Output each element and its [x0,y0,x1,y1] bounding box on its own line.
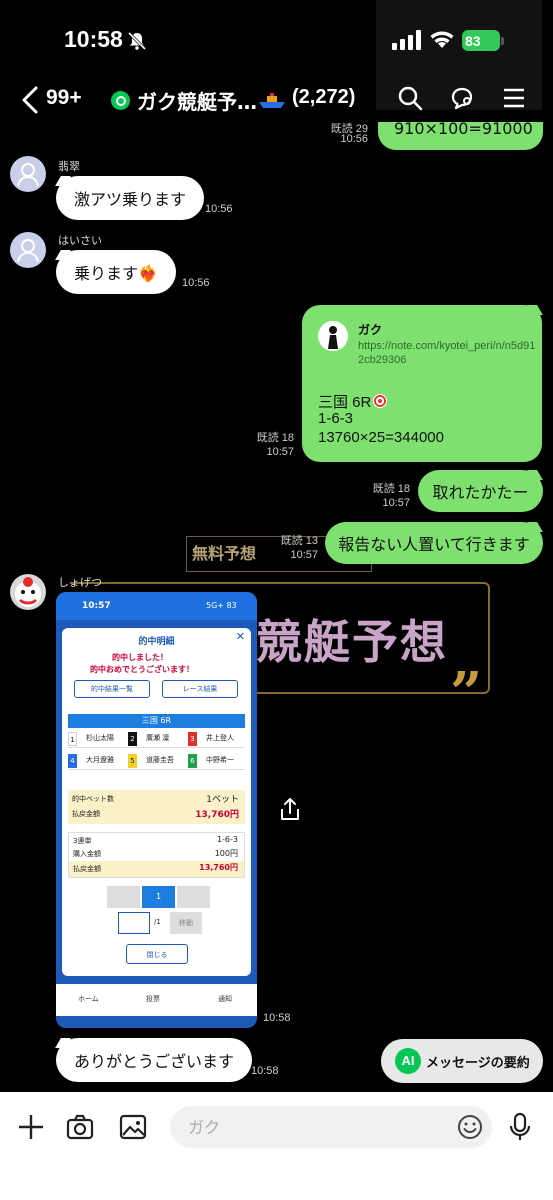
message-time: 10:58 [263,1012,291,1024]
group-icon [111,91,130,110]
image-tab-bar: ホーム 投票 通知 [56,984,257,1016]
status-bar: 10:58 83 [0,0,553,78]
microphone-icon[interactable] [505,1112,535,1142]
avatar[interactable] [10,574,46,610]
image-page-next [177,886,210,908]
message-text: 取れたかたー [432,483,529,502]
background-tag: 無料予想 [192,544,257,563]
image-close-button: 閉じる [126,944,188,964]
message-text: 910×100=91000 [394,119,533,138]
image-status-bar: 10:57 5G+ 83 [56,592,257,620]
image-bet-detail: 3連単 1-6-3 購入金額 100円 払戻金額 13,760円 [68,832,245,878]
message-time: 10:56 [205,203,233,215]
image-racer-row: 1 杉山太陽 2 廣瀬 凜 3 井上登人 [68,730,245,748]
message-text: ありがとうございます [74,1052,235,1071]
unread-count[interactable]: 99+ [46,86,82,110]
outgoing-message[interactable]: 910×100=91000 [378,119,543,150]
image-card-title: 的中明細 [138,637,175,647]
link-avatar [318,321,348,351]
message-field[interactable] [170,1106,492,1148]
read-receipt: 既読 13 [280,535,318,547]
member-count: (2,272) [292,86,356,108]
boat-icon [259,93,285,108]
message-time: 10:56 [182,277,210,289]
wifi-icon [430,31,454,48]
status-time: 10:58 [64,26,123,52]
image-button: 的中結果一覧 [74,680,150,698]
read-receipt: 既読 18 [372,483,410,495]
background-title: 競艇予想 [256,615,448,669]
avatar[interactable] [10,156,46,192]
image-button: レース結果 [162,680,238,698]
link-url[interactable]: https://note.com/kyotei_peri/n/n5d912cb2… [358,339,538,367]
message-input[interactable] [188,1115,448,1139]
message-text: 報告ない人置いて行きます [338,535,530,554]
image-race-header: 三国 6R [68,714,245,728]
outgoing-link-message[interactable]: ガク https://note.com/kyotei_peri/n/n5d912… [302,305,542,462]
avatar[interactable] [10,232,46,268]
outgoing-message[interactable]: 報告ない人置いて行きます [325,522,543,564]
message-input-bar [0,1092,553,1200]
image-icon[interactable] [118,1112,148,1142]
image-time: 10:57 [82,601,111,611]
battery-cap [501,37,504,45]
image-win-message: 的中しました！ 的中おめでとうございます！ [90,653,194,674]
ai-icon: AI [395,1048,421,1074]
message-time: 10:57 [382,497,410,509]
chat-title[interactable]: ガク競艇予… [137,86,257,115]
search-icon[interactable] [396,84,424,112]
image-page-input [118,912,150,934]
chat-bubbles-icon[interactable] [449,84,477,112]
image-page-current: 1 [142,886,175,908]
message-time: 10:56 [340,133,368,145]
image-close-icon: ✕ [235,630,245,643]
chat-header: 99+ ガク競艇予… (2,272) [0,78,553,122]
battery-indicator: 83 [462,30,500,51]
camera-icon[interactable] [65,1112,95,1142]
message-line: 三国 6R [318,391,388,412]
muted-bell-icon [127,31,147,51]
share-icon[interactable] [278,796,302,822]
emoji-icon[interactable] [456,1113,484,1141]
sender-name: はいさい [58,234,102,247]
read-receipt: 既読 18 [256,432,294,444]
message-text: 乗ります❤️‍🔥 [74,264,158,283]
message-line: 13760×25=344000 [318,429,444,446]
message-time: 10:57 [290,549,318,561]
plus-icon[interactable] [16,1112,46,1142]
back-chevron-icon[interactable] [18,84,42,116]
outgoing-message[interactable]: 取れたかたー [418,470,543,512]
image-page-prev [107,886,140,908]
incoming-message[interactable]: 激アツ乗ります [56,176,205,220]
message-time: 10:57 [266,446,294,458]
menu-icon[interactable] [500,84,528,112]
image-message[interactable]: 10:57 5G+ 83 的中明細 ✕ 的中しました！ 的中おめでとうございます… [56,592,257,1028]
quote-mark-icon: ” [450,660,483,726]
message-time: 10:58 [251,1065,279,1077]
sender-name: 翡翠 [58,160,80,173]
incoming-message[interactable]: 乗ります❤️‍🔥 [56,250,176,294]
sender-name: しょげつ [58,576,102,589]
image-page-of: /1 [154,918,161,926]
link-author: ガク [358,323,383,337]
image-move-button: 移動 [170,912,202,934]
image-card: 的中明細 ✕ 的中しました！ 的中おめでとうございます！ 的中結果一覧 レース結… [62,628,251,976]
message-line: 1-6-3 [318,410,354,427]
cellular-signal-icon [392,30,421,50]
image-racer-row: 4 大月遼雅 5 道藤圭吾 6 中野希一 [68,752,245,770]
ai-summary-label: メッセージの要約 [426,1056,530,1071]
image-signal: 5G+ 83 [206,601,237,610]
image-bet-summary: 的中ベット数 1ベット 払戻金額 13,760円 [68,790,245,824]
incoming-message[interactable]: ありがとうございます [56,1038,253,1082]
target-icon [373,394,388,408]
ai-summary-button[interactable]: AI メッセージの要約 [381,1039,543,1083]
message-text: 激アツ乗ります [74,190,187,209]
